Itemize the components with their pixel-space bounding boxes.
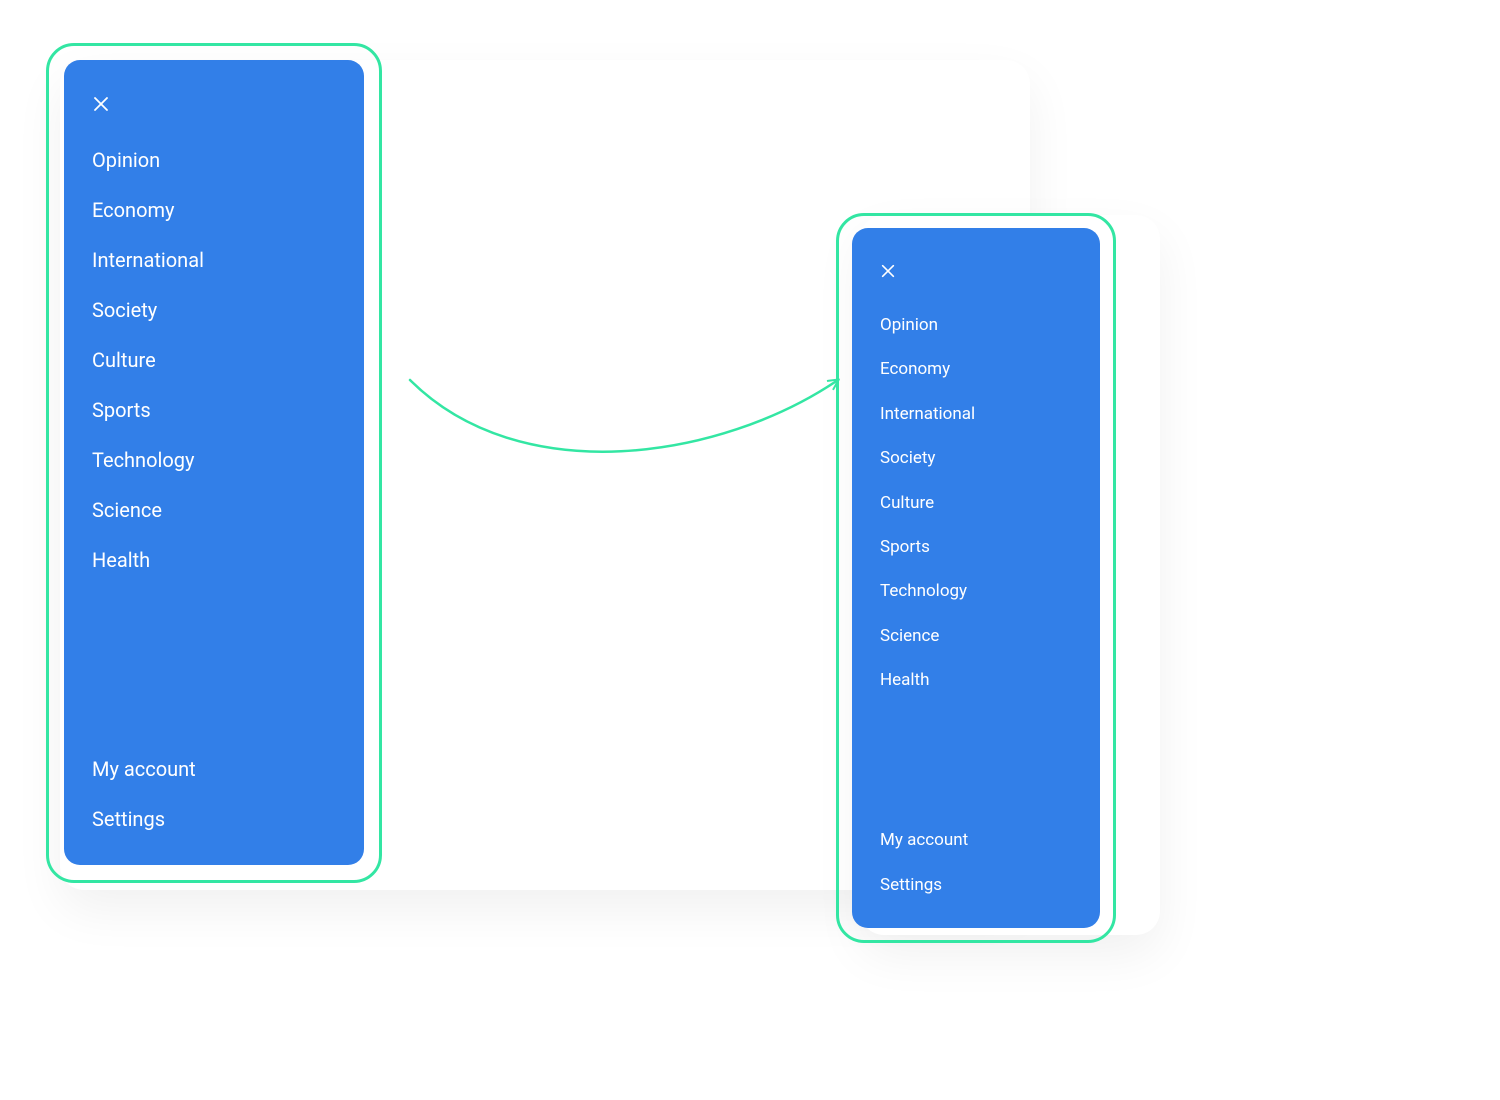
nav-item-health[interactable]: Health: [92, 538, 336, 582]
nav-item-culture[interactable]: Culture: [880, 484, 1072, 522]
nav-item-economy[interactable]: Economy: [92, 188, 336, 232]
nav-item-account[interactable]: My account: [880, 821, 1072, 859]
close-icon[interactable]: [92, 95, 110, 113]
nav-item-international[interactable]: International: [880, 395, 1072, 433]
nav-item-settings[interactable]: Settings: [880, 866, 1072, 904]
nav-list: Opinion Economy International Society Cu…: [880, 306, 1072, 700]
nav-item-sports[interactable]: Sports: [880, 528, 1072, 566]
nav-item-health[interactable]: Health: [880, 661, 1072, 699]
nav-item-culture[interactable]: Culture: [92, 338, 336, 382]
diagram-stage: Opinion Economy International Society Cu…: [0, 0, 1500, 1100]
nav-item-sports[interactable]: Sports: [92, 388, 336, 432]
nav-item-science[interactable]: Science: [92, 488, 336, 532]
nav-item-opinion[interactable]: Opinion: [880, 306, 1072, 344]
nav-drawer-mobile: Opinion Economy International Society Cu…: [852, 228, 1100, 928]
nav-item-opinion[interactable]: Opinion: [92, 138, 336, 182]
nav-item-technology[interactable]: Technology: [880, 572, 1072, 610]
nav-bottom-list: My account Settings: [880, 821, 1072, 904]
nav-item-technology[interactable]: Technology: [92, 438, 336, 482]
nav-item-science[interactable]: Science: [880, 617, 1072, 655]
nav-item-account[interactable]: My account: [92, 747, 336, 791]
nav-item-society[interactable]: Society: [880, 439, 1072, 477]
nav-item-economy[interactable]: Economy: [880, 350, 1072, 388]
nav-item-international[interactable]: International: [92, 238, 336, 282]
nav-drawer-desktop: Opinion Economy International Society Cu…: [64, 60, 364, 865]
nav-bottom-list: My account Settings: [92, 747, 336, 841]
nav-item-society[interactable]: Society: [92, 288, 336, 332]
close-icon[interactable]: [880, 263, 898, 281]
nav-list: Opinion Economy International Society Cu…: [92, 138, 336, 582]
nav-item-settings[interactable]: Settings: [92, 797, 336, 841]
